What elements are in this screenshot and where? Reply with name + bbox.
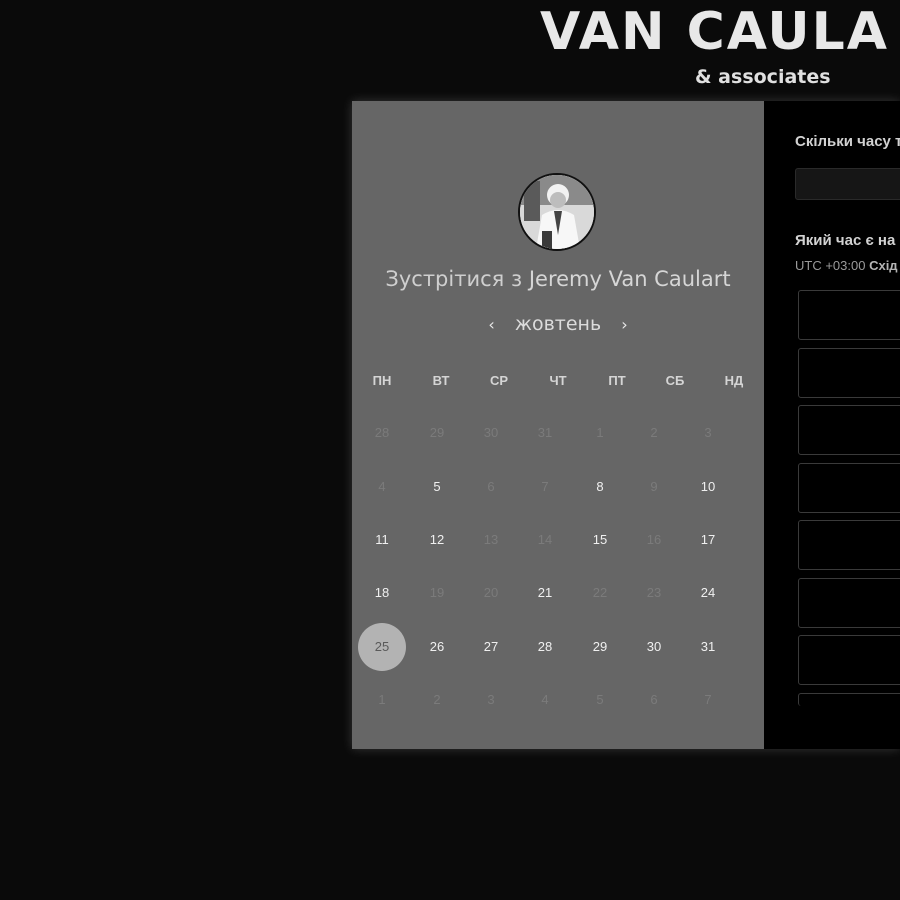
calendar-day: 2 — [433, 692, 441, 707]
calendar-day[interactable]: 28 — [525, 637, 565, 657]
calendar-day: 30 — [483, 425, 499, 440]
calendar-day[interactable]: 31 — [688, 637, 728, 657]
calendar-day: 23 — [646, 585, 662, 600]
calendar-panel: Зустрітися з Jeremy Van Caulart ‹ жовтен… — [352, 101, 764, 749]
calendar-day: 6 — [650, 692, 658, 707]
duration-label: Скільки часу т — [795, 133, 900, 150]
booking-card: Зустрітися з Jeremy Van Caulart ‹ жовтен… — [352, 101, 900, 749]
calendar-day: 2 — [650, 425, 658, 440]
calendar-day[interactable]: 8 — [580, 477, 620, 497]
calendar-day: 16 — [646, 532, 662, 547]
calendar-day: 3 — [487, 692, 495, 707]
selected-day[interactable]: 25 — [358, 623, 406, 671]
calendar-day[interactable]: 27 — [471, 637, 511, 657]
time-panel: Скільки часу т Який час є на UTC +03:00 … — [764, 101, 900, 749]
calendar-day: 7 — [541, 479, 549, 494]
calendar-day: 7 — [704, 692, 712, 707]
timezone-name: Схід — [869, 258, 898, 273]
calendar-day[interactable]: 15 — [580, 530, 620, 550]
calendar-day[interactable]: 21 — [525, 583, 565, 603]
calendar-day: 6 — [487, 479, 495, 494]
calendar-day[interactable]: 11 — [362, 530, 402, 550]
calendar-grid: 28 29 30 31 1 2 3 4 5 6 7 8 9 10 11 12 13 14 15 16 17 18 19 20 2… — [352, 101, 764, 749]
timezone-offset: UTC +03:00 — [795, 258, 866, 273]
time-slot-button[interactable] — [798, 692, 900, 706]
calendar-day[interactable]: 26 — [417, 637, 457, 657]
brand-subtitle: & associates — [695, 66, 831, 88]
calendar-day: 1 — [378, 692, 386, 707]
duration-select[interactable] — [795, 168, 900, 200]
calendar-day: 28 — [374, 425, 390, 440]
calendar-day[interactable]: 29 — [580, 637, 620, 657]
calendar-day: 4 — [541, 692, 549, 707]
time-slot-button[interactable] — [798, 290, 900, 340]
calendar-day[interactable]: 18 — [362, 583, 402, 603]
calendar-day: 31 — [537, 425, 553, 440]
time-slot-button[interactable] — [798, 462, 900, 513]
calendar-day: 14 — [537, 532, 553, 547]
time-slot-button[interactable] — [798, 577, 900, 628]
calendar-day[interactable]: 5 — [417, 477, 457, 497]
time-slot-button[interactable] — [798, 635, 900, 685]
calendar-day: 29 — [429, 425, 445, 440]
calendar-day: 22 — [592, 585, 608, 600]
calendar-day: 4 — [378, 479, 386, 494]
calendar-day[interactable]: 24 — [688, 583, 728, 603]
calendar-day: 19 — [429, 585, 445, 600]
time-label: Який час є на — [795, 232, 896, 249]
calendar-day: 3 — [704, 425, 712, 440]
time-slot-button[interactable] — [798, 405, 900, 455]
calendar-day[interactable]: 30 — [634, 637, 674, 657]
time-slot-button[interactable] — [798, 520, 900, 570]
brand-logo: VAN CAULA — [540, 2, 889, 62]
calendar-day: 1 — [596, 425, 604, 440]
time-slot-button[interactable] — [798, 347, 900, 398]
calendar-day: 20 — [483, 585, 499, 600]
calendar-day[interactable]: 17 — [688, 530, 728, 550]
calendar-day[interactable]: 12 — [417, 530, 457, 550]
calendar-day: 5 — [596, 692, 604, 707]
calendar-day[interactable]: 10 — [688, 477, 728, 497]
timezone[interactable]: UTC +03:00 Схід — [795, 258, 898, 273]
calendar-day: 9 — [650, 479, 658, 494]
calendar-day: 13 — [483, 532, 499, 547]
